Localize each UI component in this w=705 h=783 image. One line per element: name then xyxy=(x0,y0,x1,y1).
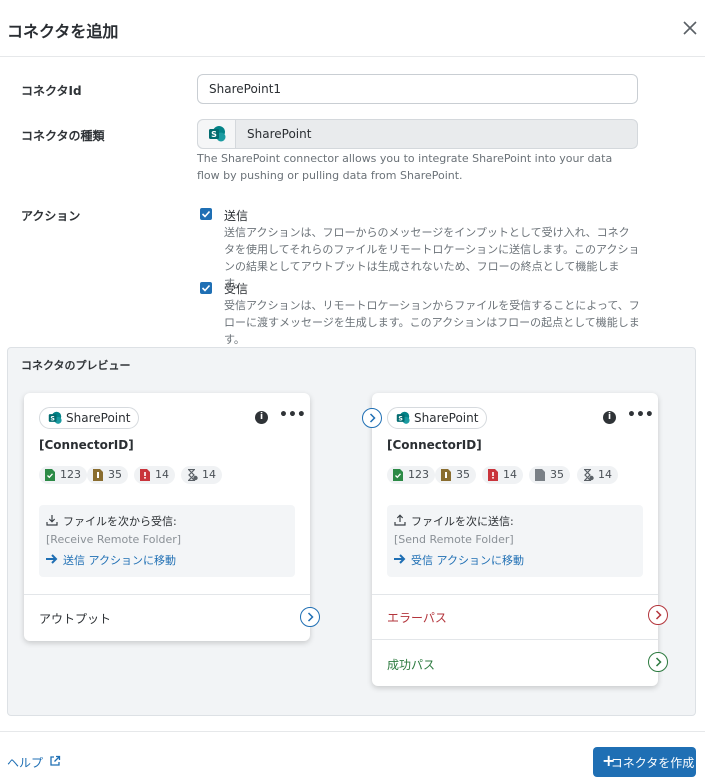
chevron-right-icon xyxy=(655,610,662,620)
file-pending-icon xyxy=(93,469,103,481)
service-pill: S SharePoint xyxy=(387,407,488,429)
badge-error-count: 14 xyxy=(482,466,523,484)
connector-type-label: コネクタの種類 xyxy=(21,129,105,143)
file-icon xyxy=(535,469,545,481)
file-check-icon xyxy=(45,469,55,481)
help-link[interactable]: ヘルプ xyxy=(7,754,61,771)
download-icon xyxy=(46,515,58,526)
dialog-header: コネクタを追加 xyxy=(0,0,705,57)
send-action-checkbox[interactable] xyxy=(200,208,212,220)
sharepoint-icon: S xyxy=(396,411,410,424)
sharepoint-icon-cell: S xyxy=(198,120,236,148)
success-path-label: 成功パス xyxy=(387,658,436,672)
chevron-right-icon xyxy=(655,657,662,667)
file-pending-icon xyxy=(441,469,451,481)
svg-text:S: S xyxy=(398,415,403,422)
arrow-right-icon xyxy=(46,554,58,564)
more-options-icon[interactable]: ••• xyxy=(627,407,654,423)
badge-pending-count: 35 xyxy=(435,466,476,484)
error-path-handle[interactable] xyxy=(648,605,668,625)
send-action-description: 送信アクションは、フローからのメッセージをインプットとして受け入れ、コネクタを使… xyxy=(224,226,640,290)
receive-action-label[interactable]: 受信 xyxy=(224,280,248,297)
badge-waiting-count: 14 xyxy=(181,466,222,484)
plus-icon: + xyxy=(602,751,616,770)
receive-folder-box: ファイルを次から受信: [Receive Remote Folder] 送信 ア… xyxy=(39,505,295,577)
connector-id-input[interactable] xyxy=(197,74,638,104)
badge-waiting-count: 14 xyxy=(577,466,618,484)
send-action-label[interactable]: 送信 xyxy=(224,207,248,224)
action-label: アクション xyxy=(21,209,81,223)
hourglass-icon xyxy=(584,469,594,481)
dialog-footer: ヘルプ + コネクタを作成 xyxy=(0,731,705,783)
badge-file-count: 35 xyxy=(529,466,570,484)
chevron-right-icon xyxy=(369,413,376,423)
connector-type-field: S SharePoint xyxy=(197,119,638,149)
send-to-label: ファイルを次に送信: xyxy=(394,513,514,529)
service-pill: S SharePoint xyxy=(39,407,140,429)
success-path-handle[interactable] xyxy=(648,652,668,672)
preview-title: コネクタのプレビュー xyxy=(21,359,131,372)
sharepoint-icon: S xyxy=(48,411,62,424)
connector-type-description: The SharePoint connector allows you to i… xyxy=(197,152,613,182)
check-icon xyxy=(201,210,211,218)
check-icon xyxy=(201,284,211,292)
hourglass-icon xyxy=(188,469,198,481)
svg-text:S: S xyxy=(211,130,217,139)
receive-folder-path: [Receive Remote Folder] xyxy=(46,533,182,546)
send-folder-box: ファイルを次に送信: [Send Remote Folder] 受信 アクション… xyxy=(387,505,643,577)
output-connector-handle[interactable] xyxy=(300,607,320,627)
info-icon[interactable]: i xyxy=(603,411,616,424)
connector-id-text: [ConnectorID] xyxy=(39,438,134,452)
upload-icon xyxy=(394,514,406,526)
card-divider xyxy=(372,639,658,640)
file-error-icon xyxy=(140,469,150,481)
service-name: SharePoint xyxy=(414,411,479,425)
external-link-icon xyxy=(50,755,61,766)
badge-error-count: 14 xyxy=(134,466,175,484)
sharepoint-icon: S xyxy=(209,126,226,142)
file-check-icon xyxy=(393,469,403,481)
arrow-right-icon xyxy=(394,554,406,564)
info-icon[interactable]: i xyxy=(255,411,268,424)
connector-id-text: [ConnectorID] xyxy=(387,438,482,452)
close-icon[interactable] xyxy=(681,19,699,37)
chevron-right-icon xyxy=(307,612,314,622)
go-to-receive-action-link[interactable]: 受信 アクションに移動 xyxy=(394,552,524,568)
badge-success-count: 123 xyxy=(39,466,87,484)
input-connector-handle[interactable] xyxy=(362,408,382,428)
badge-success-count: 123 xyxy=(387,466,435,484)
receive-action-checkbox[interactable] xyxy=(200,282,212,294)
receive-from-label: ファイルを次から受信: xyxy=(46,513,177,529)
dialog-title: コネクタを追加 xyxy=(7,22,119,41)
svg-text:S: S xyxy=(50,415,55,422)
receive-action-description: 受信アクションは、リモートロケーションからファイルを受信することによって、フロー… xyxy=(224,299,640,346)
output-label: アウトプット xyxy=(39,612,112,626)
go-to-send-action-link[interactable]: 送信 アクションに移動 xyxy=(46,552,176,568)
badge-pending-count: 35 xyxy=(87,466,128,484)
card-divider xyxy=(24,594,310,595)
send-folder-path: [Send Remote Folder] xyxy=(394,533,514,546)
connector-type-value: SharePoint xyxy=(247,127,312,141)
card-divider xyxy=(372,594,658,595)
more-options-icon[interactable]: ••• xyxy=(279,407,306,423)
send-connector-card: S SharePoint i ••• [ConnectorID] 123 35 … xyxy=(362,393,668,686)
create-connector-button[interactable]: + コネクタを作成 xyxy=(593,747,696,777)
error-path-label: エラーパス xyxy=(387,611,447,625)
receive-connector-card: S SharePoint i ••• [ConnectorID] 123 35 … xyxy=(24,393,320,641)
connector-id-label: コネクタId xyxy=(21,84,82,98)
connector-preview: コネクタのプレビュー S SharePoint i ••• [Connector… xyxy=(7,347,696,716)
file-error-icon xyxy=(488,469,498,481)
service-name: SharePoint xyxy=(66,411,131,425)
